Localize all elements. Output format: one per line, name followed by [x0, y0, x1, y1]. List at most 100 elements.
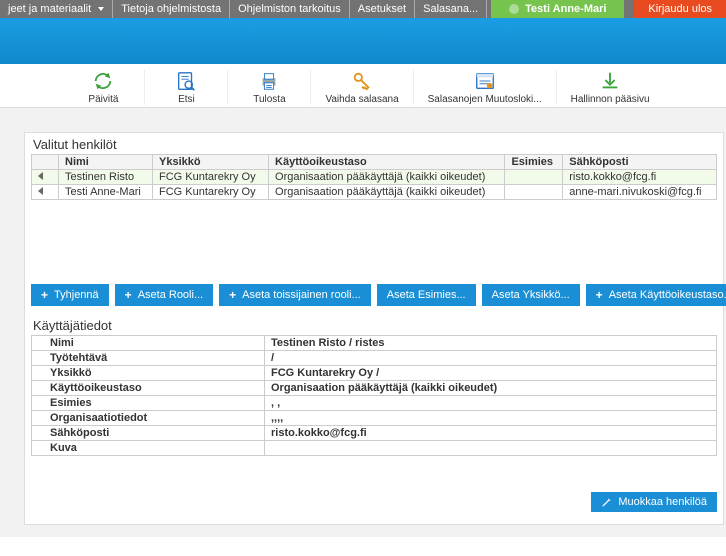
- toolbar-label: Päivitä: [88, 94, 118, 105]
- pencil-icon: [601, 497, 612, 508]
- detail-key: Yksikkö: [32, 366, 265, 381]
- detail-key: Esimies: [32, 396, 265, 411]
- chevron-left-icon: [38, 187, 43, 195]
- logout-button[interactable]: Kirjaudu ulos: [634, 0, 726, 18]
- clear-button[interactable]: + Tyhjennä: [31, 284, 109, 306]
- detail-row: Sähköpostiristo.kokko@fcg.fi: [32, 426, 717, 441]
- detail-key: Työtehtävä: [32, 351, 265, 366]
- set-role-button[interactable]: + Aseta Rooli...: [115, 284, 213, 306]
- toolbar-label: Etsi: [178, 94, 195, 105]
- chevron-left-icon: [38, 172, 43, 180]
- detail-row: Työtehtävä/: [32, 351, 717, 366]
- button-label: Muokkaa henkilöä: [618, 496, 707, 508]
- main-panel: Valitut henkilöt Nimi Yksikkö Käyttöoike…: [24, 132, 724, 525]
- toolbar-label: Hallinnon pääsivu: [571, 94, 650, 105]
- button-label: Tyhjennä: [54, 289, 99, 301]
- table-row[interactable]: Testinen Risto FCG Kuntarekry Oy Organis…: [32, 170, 717, 185]
- set-permission-button[interactable]: +Aseta Käyttöoikeustaso...: [586, 284, 726, 306]
- refresh-icon: [92, 70, 114, 92]
- current-user-badge[interactable]: Testi Anne-Mari: [491, 0, 624, 18]
- menu-item-label: Salasana...: [423, 3, 478, 15]
- logout-label: Kirjaudu ulos: [648, 3, 712, 15]
- user-details-title: Käyttäjätiedot: [33, 318, 717, 333]
- content-area: Valitut henkilöt Nimi Yksikkö Käyttöoike…: [0, 108, 726, 537]
- cell-yksikko: FCG Kuntarekry Oy: [153, 185, 269, 200]
- top-menu-bar: jeet ja materiaalit Tietoja ohjelmistost…: [0, 0, 726, 18]
- refresh-button[interactable]: Päivitä: [62, 70, 145, 105]
- detail-value: FCG Kuntarekry Oy /: [265, 366, 717, 381]
- search-button[interactable]: Etsi: [145, 70, 228, 105]
- admin-page-button[interactable]: Hallinnon pääsivu: [557, 70, 664, 105]
- plus-icon: +: [125, 288, 132, 302]
- action-button-row: + Tyhjennä + Aseta Rooli... + Aseta toissij…: [31, 284, 717, 306]
- detail-value: Organisaation pääkäyttäjä (kaikki oikeud…: [265, 381, 717, 396]
- log-icon: [474, 70, 496, 92]
- col-yksikko[interactable]: Yksikkö: [153, 155, 269, 170]
- detail-row: NimiTestinen Risto / ristes: [32, 336, 717, 351]
- detail-value: [265, 441, 717, 456]
- menu-item-purpose[interactable]: Ohjelmiston tarkoitus: [230, 0, 350, 18]
- user-details-table: NimiTestinen Risto / ristes Työtehtävä/ …: [31, 335, 717, 456]
- cell-taso: Organisaation pääkäyttäjä (kaikki oikeud…: [269, 185, 505, 200]
- menu-item-label: Asetukset: [358, 3, 406, 15]
- change-password-button[interactable]: Vaihda salasana: [311, 70, 413, 105]
- col-taso[interactable]: Käyttöoikeustaso: [269, 155, 505, 170]
- cell-esimies: [505, 185, 563, 200]
- toolbar-label: Vaihda salasana: [325, 94, 398, 105]
- row-collapse-button[interactable]: [32, 185, 59, 200]
- detail-key: Käyttöoikeustaso: [32, 381, 265, 396]
- menu-item-label: Tietoja ohjelmistosta: [121, 3, 221, 15]
- button-label: Aseta toissijainen rooli...: [242, 289, 361, 301]
- plus-icon: +: [229, 288, 236, 302]
- menu-item-about[interactable]: Tietoja ohjelmistosta: [113, 0, 230, 18]
- detail-value: /: [265, 351, 717, 366]
- col-esimies[interactable]: Esimies: [505, 155, 563, 170]
- button-label: Aseta Yksikkö...: [492, 289, 570, 301]
- menu-item-materials[interactable]: jeet ja materiaalit: [0, 0, 113, 18]
- col-email[interactable]: Sähköposti: [563, 155, 717, 170]
- table-row[interactable]: Testi Anne-Mari FCG Kuntarekry Oy Organi…: [32, 185, 717, 200]
- set-supervisor-button[interactable]: Aseta Esimies...: [377, 284, 476, 306]
- detail-value: risto.kokko@fcg.fi: [265, 426, 717, 441]
- key-icon: [351, 70, 373, 92]
- toolbar-label: Tulosta: [253, 94, 285, 105]
- plus-icon: +: [596, 288, 603, 302]
- password-log-button[interactable]: Salasanojen Muutosloki...: [414, 70, 557, 105]
- button-label: Aseta Rooli...: [138, 289, 203, 301]
- detail-key: Sähköposti: [32, 426, 265, 441]
- cell-taso: Organisaation pääkäyttäjä (kaikki oikeud…: [269, 170, 505, 185]
- detail-key: Organisaatiotiedot: [32, 411, 265, 426]
- detail-row: Esimies, ,: [32, 396, 717, 411]
- detail-row: KäyttöoikeustasoOrganisaation pääkäyttäj…: [32, 381, 717, 396]
- search-icon: [175, 70, 197, 92]
- set-unit-button[interactable]: Aseta Yksikkö...: [482, 284, 580, 306]
- selected-persons-table: Nimi Yksikkö Käyttöoikeustaso Esimies Sä…: [31, 154, 717, 200]
- set-sec-role-button[interactable]: + Aseta toissijainen rooli...: [219, 284, 371, 306]
- selected-persons-title: Valitut henkilöt: [33, 137, 717, 152]
- edit-person-button[interactable]: Muokkaa henkilöä: [591, 492, 717, 512]
- detail-row: Kuva: [32, 441, 717, 456]
- cell-nimi: Testinen Risto: [59, 170, 153, 185]
- user-name: Testi Anne-Mari: [525, 3, 606, 15]
- menu-item-label: Ohjelmiston tarkoitus: [238, 3, 341, 15]
- menu-item-settings[interactable]: Asetukset: [350, 0, 415, 18]
- detail-value: ,,,,: [265, 411, 717, 426]
- button-label: Aseta Esimies...: [387, 289, 466, 301]
- toolbar-label: Salasanojen Muutosloki...: [428, 94, 542, 105]
- header-band: [0, 18, 726, 64]
- plus-icon: +: [41, 288, 48, 302]
- footer-actions: Muokkaa henkilöä: [31, 492, 717, 512]
- cell-nimi: Testi Anne-Mari: [59, 185, 153, 200]
- detail-row: YksikköFCG Kuntarekry Oy /: [32, 366, 717, 381]
- menu-item-label: jeet ja materiaalit: [8, 3, 91, 15]
- col-expand: [32, 155, 59, 170]
- detail-key: Nimi: [32, 336, 265, 351]
- cell-email: anne-mari.nivukoski@fcg.fi: [563, 185, 717, 200]
- detail-row: Organisaatiotiedot,,,,: [32, 411, 717, 426]
- cell-email: risto.kokko@fcg.fi: [563, 170, 717, 185]
- detail-key: Kuva: [32, 441, 265, 456]
- row-collapse-button[interactable]: [32, 170, 59, 185]
- menu-item-password[interactable]: Salasana...: [415, 0, 487, 18]
- col-nimi[interactable]: Nimi: [59, 155, 153, 170]
- print-button[interactable]: Tulosta: [228, 70, 311, 105]
